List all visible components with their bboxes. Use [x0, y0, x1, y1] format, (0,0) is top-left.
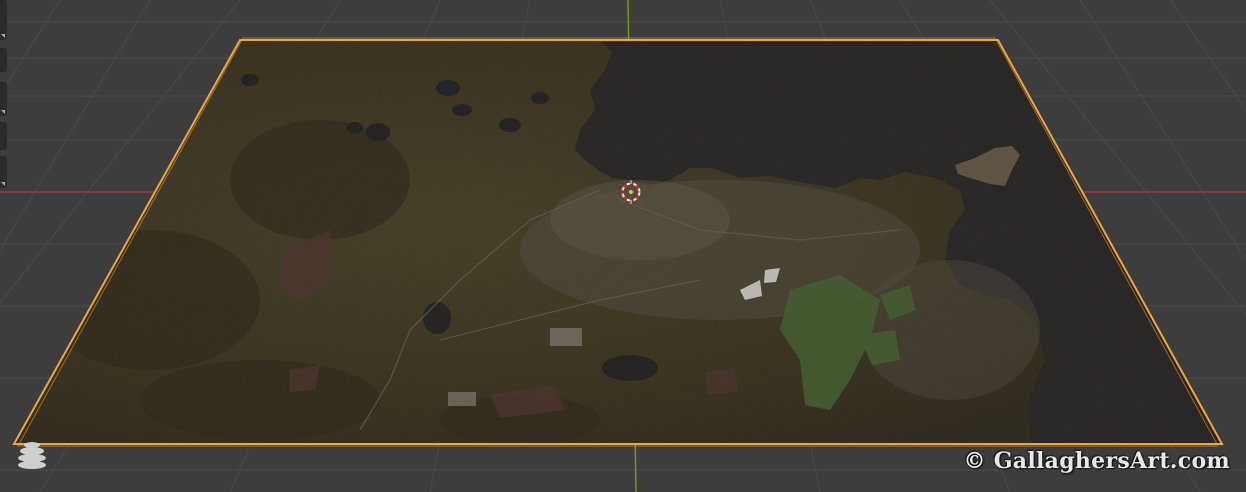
- expand-arrow-icon: [1, 34, 5, 38]
- toolbar-tab-3[interactable]: [0, 82, 7, 116]
- toolbar-tab-4[interactable]: [0, 122, 7, 150]
- viewport-canvas[interactable]: [0, 0, 1246, 492]
- expand-arrow-icon: [1, 182, 5, 186]
- expand-arrow-icon: [1, 110, 5, 114]
- toolbar-tab-2[interactable]: [0, 48, 7, 72]
- map-plane[interactable]: [0, 0, 1246, 492]
- watermark: © GallaghersArt.com: [963, 448, 1230, 474]
- toolbar-tab-5[interactable]: [0, 156, 7, 188]
- toolbar-tab-1[interactable]: [0, 0, 7, 40]
- 3d-viewport[interactable]: © GallaghersArt.com: [0, 0, 1246, 492]
